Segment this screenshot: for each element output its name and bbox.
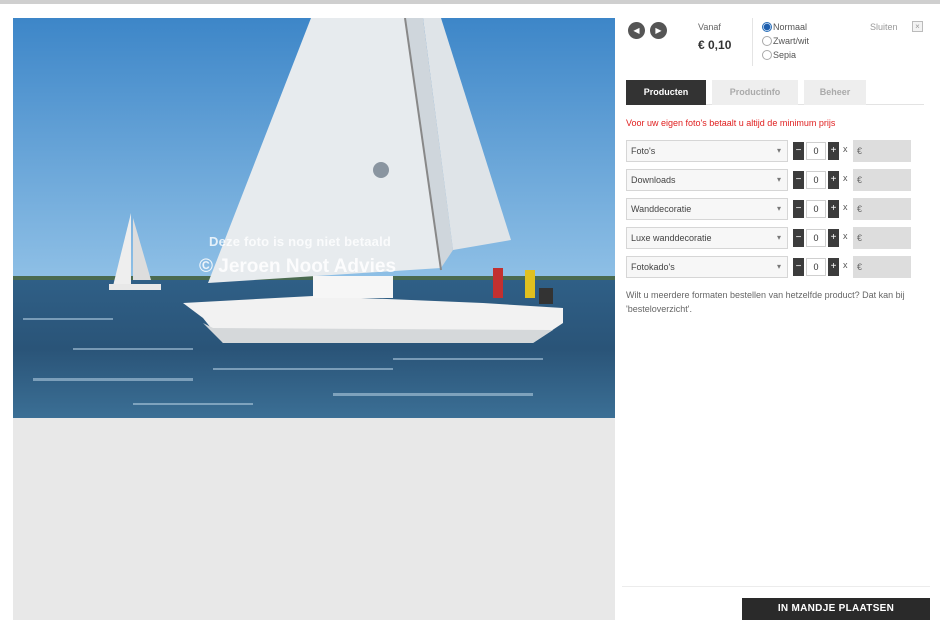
- color-option-label: Sepia: [773, 50, 797, 60]
- radio-checked-icon[interactable]: [762, 22, 772, 32]
- next-photo-button[interactable]: ▶: [650, 22, 667, 39]
- tab-bar: Producten Productinfo Beheer: [626, 80, 924, 105]
- product-row: Downloads ▾ − 0 + x €: [626, 169, 916, 191]
- multiple-formats-info: Wilt u meerdere formaten bestellen van h…: [626, 290, 905, 314]
- color-option-label: Zwart/wit: [773, 36, 809, 46]
- tab-productinfo[interactable]: Productinfo: [712, 80, 798, 105]
- product-select[interactable]: Wanddecoratie ▾: [626, 198, 788, 220]
- color-option-zwartwit[interactable]: Zwart/wit: [762, 36, 809, 46]
- price-from-label: Vanaf: [698, 22, 721, 32]
- minimum-price-notice: Voor uw eigen foto's betaalt u altijd de…: [626, 118, 836, 128]
- quantity-decrease-button[interactable]: −: [793, 142, 804, 160]
- quantity-decrease-button[interactable]: −: [793, 171, 804, 189]
- divider: [622, 586, 930, 587]
- color-option-label: Normaal: [773, 22, 808, 32]
- radio-icon[interactable]: [762, 50, 772, 60]
- price-field: €: [853, 198, 911, 220]
- divider: [752, 18, 753, 66]
- product-select[interactable]: Foto's ▾: [626, 140, 788, 162]
- quantity-input[interactable]: 0: [806, 258, 826, 276]
- product-row: Luxe wanddecoratie ▾ − 0 + x €: [626, 227, 916, 249]
- sailboat-photo: [13, 18, 615, 418]
- product-row: Wanddecoratie ▾ − 0 + x €: [626, 198, 916, 220]
- chevron-down-icon: ▾: [776, 146, 781, 155]
- times-label: x: [843, 144, 848, 154]
- add-to-cart-button[interactable]: IN MANDJE PLAATSEN: [742, 598, 930, 620]
- order-panel: ◀ ▶ Vanaf € 0,10 Normaal Zwart/wit Sepia…: [622, 18, 930, 622]
- quantity-increase-button[interactable]: +: [828, 200, 839, 218]
- quantity-decrease-button[interactable]: −: [793, 258, 804, 276]
- price-field: €: [853, 169, 911, 191]
- quantity-decrease-button[interactable]: −: [793, 229, 804, 247]
- product-name: Foto's: [631, 146, 656, 156]
- chevron-down-icon: ▾: [776, 262, 781, 271]
- price-from-value: € 0,10: [698, 38, 732, 52]
- tab-producten[interactable]: Producten: [626, 80, 706, 105]
- radio-icon[interactable]: [762, 36, 772, 46]
- chevron-left-icon: ◀: [633, 26, 640, 35]
- quantity-input[interactable]: 0: [806, 142, 826, 160]
- times-label: x: [843, 260, 848, 270]
- watermark-notice: Deze foto is nog niet betaald: [209, 234, 392, 249]
- quantity-input[interactable]: 0: [806, 200, 826, 218]
- product-name: Luxe wanddecoratie: [631, 233, 712, 243]
- photo-viewer: Deze foto is nog niet betaald © Jeroen N…: [13, 18, 615, 620]
- quantity-input[interactable]: 0: [806, 229, 826, 247]
- price-field: €: [853, 227, 911, 249]
- photo-image: Deze foto is nog niet betaald © Jeroen N…: [13, 18, 615, 418]
- chevron-right-icon: ▶: [655, 26, 662, 35]
- price-field: €: [853, 256, 911, 278]
- product-row: Fotokado's ▾ − 0 + x €: [626, 256, 916, 278]
- product-select[interactable]: Fotokado's ▾: [626, 256, 788, 278]
- color-option-sepia[interactable]: Sepia: [762, 50, 796, 60]
- quantity-increase-button[interactable]: +: [828, 258, 839, 276]
- price-field: €: [853, 140, 911, 162]
- times-label: x: [843, 231, 848, 241]
- tab-beheer[interactable]: Beheer: [804, 80, 866, 105]
- close-icon[interactable]: ×: [912, 21, 923, 32]
- color-option-normaal[interactable]: Normaal: [762, 22, 807, 32]
- product-name: Downloads: [631, 175, 676, 185]
- chevron-down-icon: ▾: [776, 233, 781, 242]
- times-label: x: [843, 202, 848, 212]
- watermark-copyright: © Jeroen Noot Advies: [199, 256, 397, 277]
- product-name: Wanddecoratie: [631, 204, 692, 214]
- quantity-increase-button[interactable]: +: [828, 142, 839, 160]
- chevron-down-icon: ▾: [776, 175, 781, 184]
- times-label: x: [843, 173, 848, 183]
- close-label[interactable]: Sluiten: [870, 22, 898, 32]
- quantity-decrease-button[interactable]: −: [793, 200, 804, 218]
- product-select[interactable]: Luxe wanddecoratie ▾: [626, 227, 788, 249]
- product-name: Fotokado's: [631, 262, 675, 272]
- top-border: [0, 0, 940, 4]
- product-row: Foto's ▾ − 0 + x €: [626, 140, 916, 162]
- quantity-increase-button[interactable]: +: [828, 229, 839, 247]
- product-select[interactable]: Downloads ▾: [626, 169, 788, 191]
- quantity-increase-button[interactable]: +: [828, 171, 839, 189]
- quantity-input[interactable]: 0: [806, 171, 826, 189]
- chevron-down-icon: ▾: [776, 204, 781, 213]
- previous-photo-button[interactable]: ◀: [628, 22, 645, 39]
